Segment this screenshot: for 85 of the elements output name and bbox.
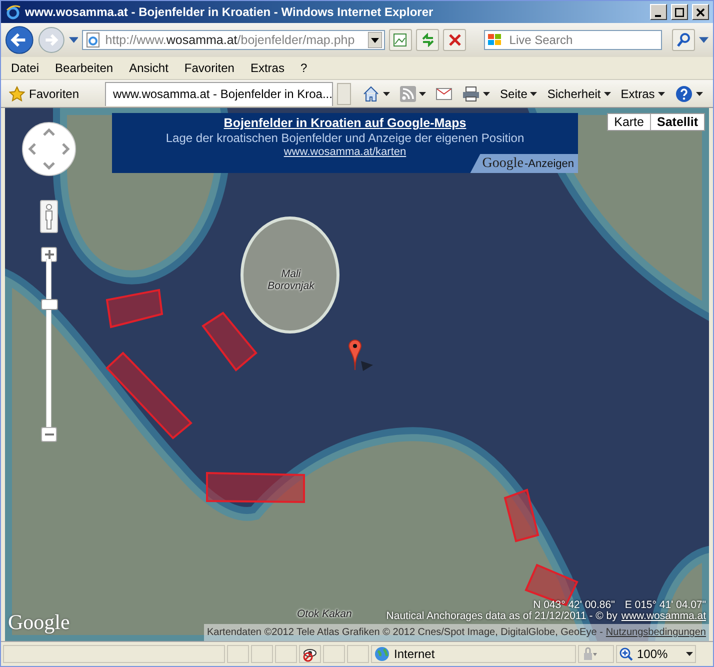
command-menu-button[interactable]: Seite [497, 84, 540, 102]
command-menu-button[interactable]: Sicherheit [544, 84, 614, 102]
maximize-button[interactable] [671, 4, 688, 20]
menu-item[interactable]: Extras [242, 59, 292, 77]
dropdown-caret-icon [686, 652, 693, 656]
maximize-icon [675, 8, 684, 16]
search-field[interactable]: Live Search [484, 30, 662, 50]
command-menu-button[interactable]: Extras [618, 84, 668, 102]
browser-logo-icon [5, 4, 21, 20]
menu-item[interactable]: ? [292, 59, 316, 77]
menu-item[interactable]: Bearbeiten [47, 59, 122, 77]
mail-icon [436, 88, 452, 100]
lock-icon [581, 647, 597, 661]
dropdown-caret-icon [530, 92, 538, 96]
attribution-text: Kartendaten ©2012 Tele Atlas Grafiken © 2012 Cnes/Spot Image, DigitalGlobe, GeoEye - [207, 627, 603, 638]
search-button[interactable] [672, 29, 696, 51]
place-label: Otok Kakan [297, 608, 352, 620]
ads-label: -Anzeigen [524, 158, 574, 170]
data-note: Nautical Anchorages data as of 21/12/2011 - © by [386, 610, 618, 622]
status-cell [323, 645, 345, 663]
plus-icon [44, 250, 54, 259]
status-cell [347, 645, 369, 663]
person-icon [44, 204, 54, 230]
dropdown-caret-icon [383, 92, 390, 96]
browser-tab[interactable]: www.wosamma.at - Bojenfelder in Kroa... [105, 82, 334, 106]
search-icon [676, 33, 691, 47]
banner-link[interactable]: www.wosamma.at/karten [284, 146, 406, 158]
back-button[interactable] [5, 25, 34, 55]
stop-button[interactable] [443, 29, 466, 51]
favorites-button[interactable]: Favoriten [5, 84, 84, 104]
menu-item[interactable]: Ansicht [121, 59, 176, 77]
globe-icon [374, 646, 390, 662]
search-options-icon[interactable] [699, 37, 709, 43]
refresh-icon [420, 33, 435, 47]
minimize-icon [654, 14, 663, 16]
star-icon [9, 86, 25, 102]
help-icon [674, 84, 693, 102]
dropdown-caret-icon [696, 92, 703, 96]
dropdown-caret-icon [658, 92, 665, 96]
zoom-out-button[interactable] [41, 427, 57, 442]
arrows-icon [27, 127, 71, 171]
zone-label: Internet [394, 647, 435, 661]
close-button[interactable] [692, 4, 709, 20]
dropdown-caret-icon [604, 92, 611, 96]
compatibility-view-button[interactable] [388, 29, 412, 51]
refresh-button[interactable] [416, 29, 440, 51]
window-title: www.wosamma.at - Bojenfelder in Kroatien - Windows Internet Explorer [25, 5, 434, 19]
map-logo: Google [8, 610, 70, 635]
ads-logo: Google [482, 156, 524, 172]
privacy-report-button[interactable] [299, 645, 321, 663]
address-field[interactable]: http://www.wosamma.at/bojenfelder/map.php [82, 30, 385, 50]
home-icon [362, 86, 380, 102]
place-label: Mali Borovnjak [266, 268, 316, 292]
eye-icon [302, 646, 318, 662]
printer-icon [462, 86, 480, 102]
zoom-slider-thumb[interactable] [41, 299, 58, 310]
minimize-button[interactable] [650, 4, 667, 20]
banner-title-link[interactable]: Bojenfelder in Kroatien auf Google-Maps [224, 116, 466, 130]
dropdown-caret-icon [419, 92, 426, 96]
ads-tag[interactable]: Google-Anzeigen [470, 154, 578, 173]
status-cell [251, 645, 273, 663]
pegman-button[interactable] [40, 200, 58, 233]
dropdown-caret-icon [483, 92, 490, 96]
page-icon [85, 32, 102, 48]
windows-flag-icon [487, 33, 504, 47]
status-cell [227, 645, 249, 663]
close-icon [448, 34, 461, 46]
terms-link[interactable]: Nutzungsbedingungen [606, 627, 706, 638]
status-cell [275, 645, 297, 663]
feed-icon [400, 86, 416, 102]
close-icon [696, 8, 705, 16]
map-type-button[interactable]: Satellit [650, 114, 704, 130]
longitude-text: E 015° 41' 04.07" [624, 599, 706, 611]
map-type-button[interactable]: Karte [608, 114, 650, 130]
data-link[interactable]: www.wosamma.at [621, 610, 706, 622]
menu-item[interactable]: Datei [3, 59, 48, 77]
zoom-icon [619, 647, 633, 661]
zoom-level-button[interactable]: 100% [616, 645, 696, 663]
menu-item[interactable]: Favoriten [176, 59, 242, 77]
banner-subtitle: Lage der kroatischen Bojenfelder und Anzeige der eigenen Position [166, 131, 524, 145]
latitude-text: N 043° 42' 00.86" [533, 599, 615, 611]
zoom-in-button[interactable] [41, 247, 57, 262]
dropdown-icon[interactable] [368, 32, 382, 48]
location-pin-icon[interactable] [348, 339, 374, 373]
history-dropdown-icon[interactable] [68, 37, 78, 43]
